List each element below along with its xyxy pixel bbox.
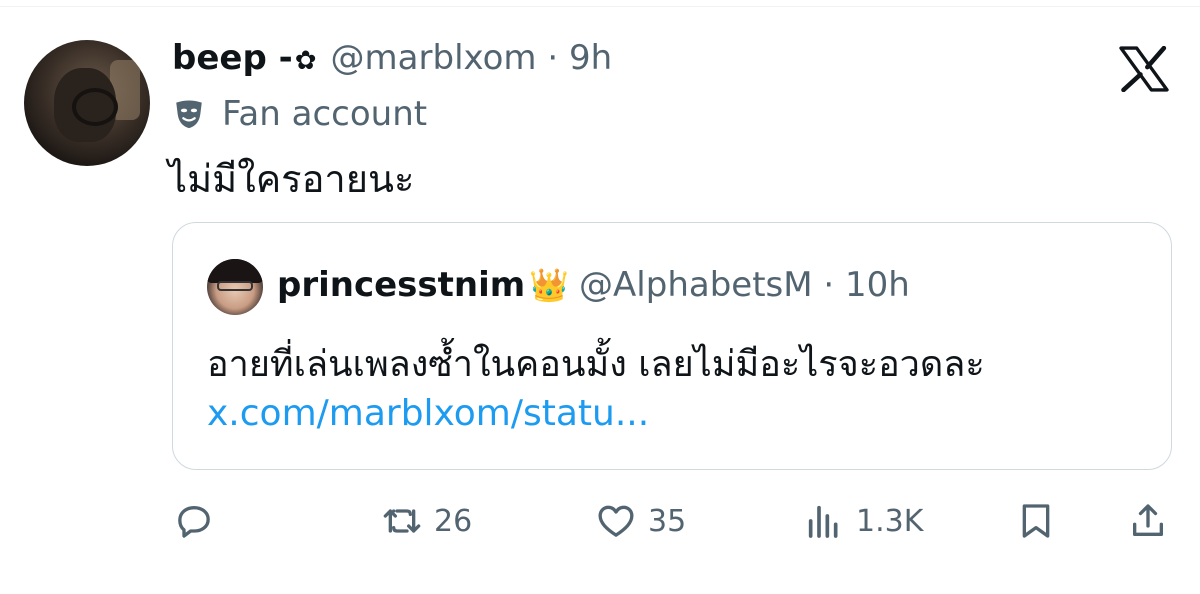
- tweet-text: ไม่มีใครอายนะ: [168, 157, 415, 201]
- x-logo-icon: [1119, 46, 1169, 92]
- reply-icon: [178, 506, 210, 538]
- top-divider: [0, 0, 1200, 7]
- retweet-count: 26: [434, 503, 473, 539]
- account-label[interactable]: Fan account: [172, 94, 427, 134]
- flower-icon: ✿: [294, 46, 317, 76]
- author-handle-time: @marblxom · 9h: [331, 38, 613, 78]
- quote-text: อายที่เล่นเพลงซ้ำในคอนมั้ง เลยไม่มีอะไรจ…: [207, 344, 985, 385]
- dot-separator: ·: [547, 38, 569, 78]
- views-count: 1.3K: [856, 503, 924, 539]
- bookmark-icon: [1022, 504, 1050, 538]
- quote-author-handle[interactable]: @AlphabetsM: [579, 265, 813, 305]
- quote-link[interactable]: x.com/marblxom/statu...: [207, 393, 649, 434]
- tweet-time[interactable]: 9h: [569, 38, 612, 78]
- tweet-header: beep - ✿ @marblxom · 9h: [172, 38, 612, 82]
- share-button[interactable]: [1128, 496, 1168, 546]
- crown-icon: 👑: [529, 266, 570, 304]
- like-count: 35: [648, 503, 687, 539]
- quote-tweet-card[interactable]: princesstnim 👑 @AlphabetsM · 10h อายที่เ…: [172, 222, 1172, 470]
- views-button[interactable]: 1.3K: [804, 496, 923, 546]
- bookmark-button[interactable]: [1016, 496, 1056, 546]
- author-handle[interactable]: @marblxom: [331, 38, 537, 78]
- mask-icon: [176, 100, 202, 129]
- quote-author-display-name[interactable]: princesstnim: [277, 265, 525, 305]
- quote-time[interactable]: 10h: [845, 265, 910, 305]
- views-icon: [808, 505, 838, 538]
- quote-header: princesstnim 👑 @AlphabetsM · 10h: [277, 265, 910, 305]
- retweet-button[interactable]: 26: [382, 496, 472, 546]
- reply-button[interactable]: [174, 496, 214, 546]
- like-button[interactable]: 35: [596, 496, 686, 546]
- action-bar: 26 35 1.3K: [172, 496, 1172, 546]
- quote-handle-time: @AlphabetsM · 10h: [579, 265, 910, 305]
- share-icon: [1133, 504, 1163, 536]
- author-display-name[interactable]: beep -: [172, 38, 293, 78]
- quote-author-avatar[interactable]: [207, 259, 263, 315]
- dot-separator: ·: [823, 265, 846, 305]
- heart-icon: [598, 505, 634, 537]
- account-label-text: Fan account: [222, 94, 428, 134]
- retweet-icon: [383, 509, 421, 533]
- author-avatar[interactable]: [24, 40, 150, 166]
